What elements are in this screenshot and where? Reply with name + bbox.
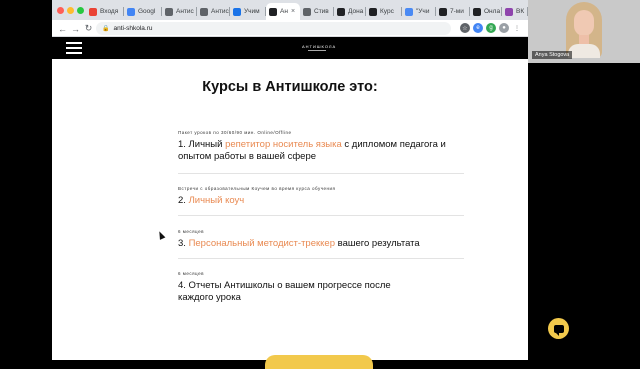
address-bar: ← → ↻ 🔒 anti-shkola.ru ☆ e g ● ⋮ [52,20,528,37]
a-icon [337,7,345,16]
tab-label: Ан [280,8,288,15]
tab-label: "Учи [416,8,430,15]
feature-caption: Встречи с образовательным Коучем во врем… [178,186,336,191]
browser-tab[interactable]: 7-ми [436,3,470,20]
site-logo[interactable]: АНТИШКОЛА [302,44,336,49]
gmail-icon [89,7,97,16]
tab-label: Входя [100,8,119,15]
extension-icon[interactable]: g [486,23,496,33]
a-icon [369,7,377,16]
reload-button[interactable]: ↻ [83,23,94,34]
browser-tab[interactable]: Дона [334,3,366,20]
page-title: Курсы в Антишколе это: [202,79,378,95]
browser-tab[interactable]: Курс [366,3,402,20]
close-window-button[interactable] [57,7,64,14]
globe-icon [405,7,413,16]
feature-highlight: Личный коуч [188,195,245,206]
forward-button[interactable]: → [70,23,81,34]
b-icon [505,7,513,16]
c-icon [233,7,241,16]
website: АНТИШКОЛА Курсы в Антишколе это: Пакет у… [52,37,528,369]
feature-text: 1. Личный репетитор носитель языка с дип… [178,139,446,162]
link-icon [165,7,173,16]
tab-label: Курс [380,8,394,15]
browser-tab[interactable]: Googl [124,3,162,20]
cta-button[interactable] [265,355,373,369]
browser-tab[interactable]: "Учи [402,3,436,20]
menu-dots-icon[interactable]: ⋮ [512,23,522,33]
close-tab-icon[interactable]: × [291,8,295,15]
lock-icon: 🔒 [102,26,110,32]
feature-highlight: Персональный методист-треккер [188,238,335,249]
tab-label: Учим [244,8,260,15]
back-button[interactable]: ← [57,23,68,34]
tab-label: ВК [516,8,525,15]
url-field[interactable]: 🔒 anti-shkola.ru [96,22,451,35]
extension-icon[interactable]: e [473,23,483,33]
star-icon[interactable]: ☆ [460,23,470,33]
a-icon [473,7,481,16]
feature-highlight: репетитор носитель языка [225,139,342,150]
feature-caption: Пакет уроков по 30/60/90 мин. Online/Off… [178,130,292,135]
browser-tab[interactable]: Входя [86,3,124,20]
tab-label: Антис [211,8,229,15]
tab-label: Антис [176,8,194,15]
presenter-name: Anya Stogova [532,51,573,59]
course-feature-item: Пакет уроков по 30/60/90 мин. Online/Off… [178,130,464,174]
browser-tab[interactable]: Антис [197,3,230,20]
tab-label: Дона [348,8,364,15]
course-feature-item: 6 месяцев 3. Персональный методист-трекк… [178,229,464,259]
feature-text: 3. Персональный методист-треккер вашего … [178,238,420,249]
feature-caption: 6 месяцев [178,271,204,276]
tab-label: Стив [314,8,329,15]
link-icon [303,7,311,16]
profile-avatar-icon[interactable]: ● [499,23,509,33]
tab-label: Онла [484,8,501,15]
course-feature-item: 6 месяцев 4. Отчеты Антишколы о вашем пр… [178,271,428,315]
tab-label: 7-ми [450,8,464,15]
tab-strip: Входя Googl Антис Антис Учим Ан × Стив Дона Курс "… [52,0,528,20]
maximize-window-button[interactable] [77,7,84,14]
courses-section: Курсы в Антишколе это: Пакет уроков по 3… [52,59,528,369]
course-feature-item: Встречи с образовательным Коучем во врем… [178,186,464,216]
browser-tab[interactable]: Антис [162,3,197,20]
url-text: anti-shkola.ru [113,25,153,32]
browser-tab[interactable]: Стив [300,3,334,20]
minimize-window-button[interactable] [67,7,74,14]
a-icon [439,7,447,16]
browser-tab[interactable]: Онла [470,3,502,20]
presenter-image [566,2,602,58]
chat-icon [553,324,564,336]
chat-widget-button[interactable] [548,318,569,339]
hamburger-menu-icon[interactable] [66,42,82,54]
globe-icon [200,7,208,16]
browser-tab[interactable]: ВК [502,3,528,20]
browser-tab[interactable]: Ан × [266,3,300,20]
feature-text: 4. Отчеты Антишколы о вашем прогрессе по… [178,280,391,303]
screen: Входя Googl Антис Антис Учим Ан × Стив Дона Курс "… [0,0,640,369]
site-header: АНТИШКОЛА [52,37,528,59]
feature-text: 2. Личный коуч [178,195,245,206]
google-docs-icon [127,7,135,16]
browser-tab[interactable]: Учим [230,3,266,20]
a-icon [269,7,277,16]
tab-label: Googl [138,8,156,15]
feature-caption: 6 месяцев [178,229,204,234]
logo-underline [308,50,326,51]
